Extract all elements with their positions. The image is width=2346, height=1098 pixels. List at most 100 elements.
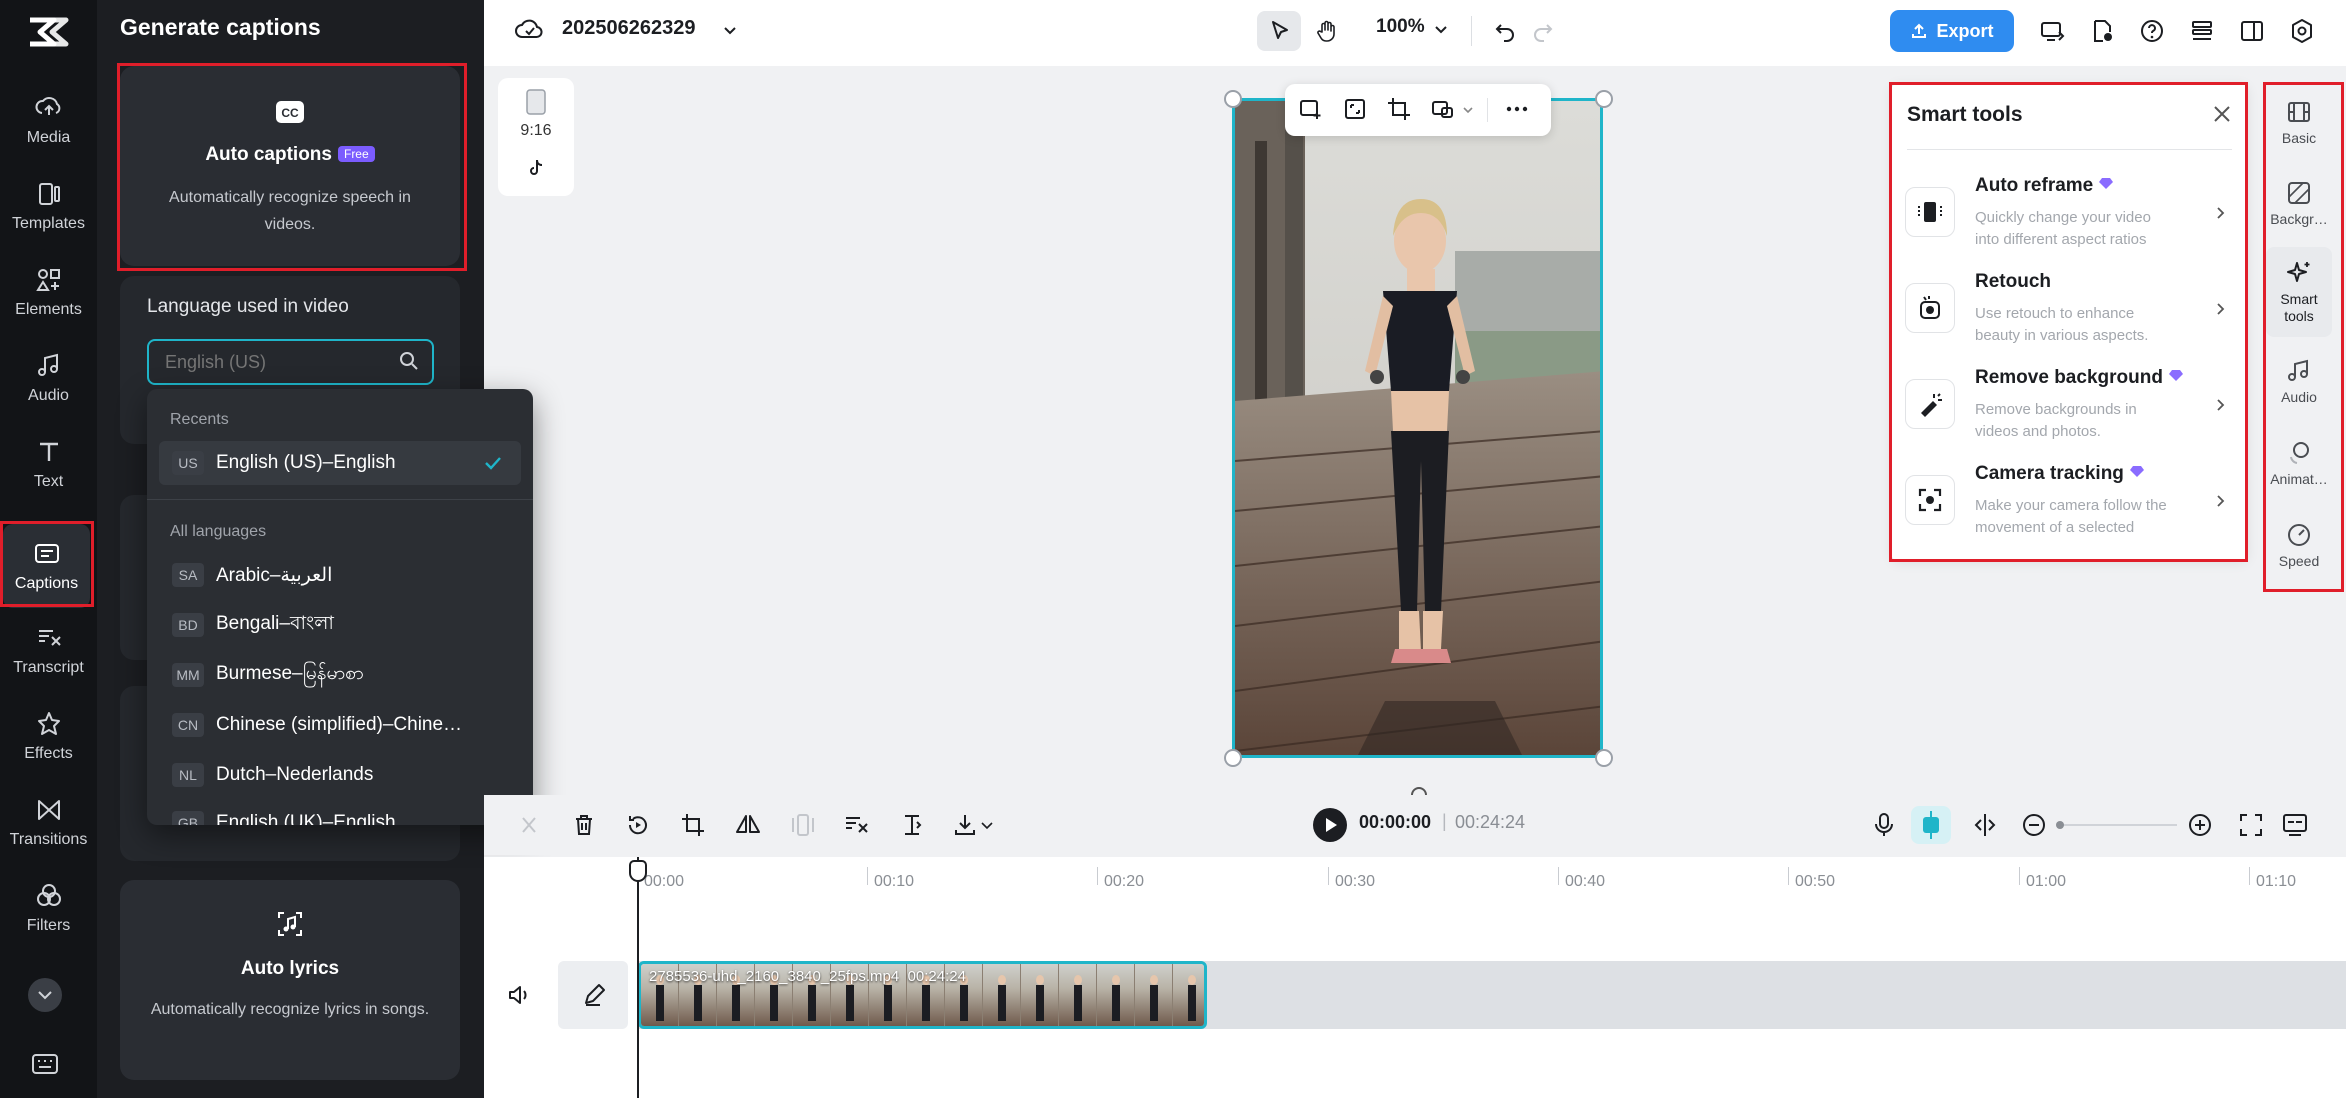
play-button[interactable]: [1313, 808, 1347, 842]
language-option[interactable]: GB English (UK)–English: [159, 801, 521, 825]
hand-tool-button[interactable]: [1310, 14, 1344, 48]
zoom-slider-thumb[interactable]: [2056, 821, 2064, 829]
resize-handle[interactable]: [1224, 90, 1242, 108]
rail-captions[interactable]: Captions: [3, 524, 90, 608]
rail-smart-tools[interactable]: Smart tools: [2266, 247, 2332, 337]
rail-media[interactable]: Media: [4, 80, 93, 160]
undo-button[interactable]: [1488, 14, 1522, 48]
language-search-input[interactable]: [147, 339, 434, 385]
timeline[interactable]: 00:00 00:10 00:20 00:30 00:40 00:50 01:0…: [484, 857, 2346, 1098]
language-option[interactable]: NL Dutch–Nederlands: [159, 753, 521, 797]
rail-basic[interactable]: Basic: [2266, 84, 2332, 160]
freeze-icon[interactable]: [788, 810, 818, 840]
rail-text[interactable]: Text: [4, 424, 93, 504]
tool-name-text: Remove background: [1975, 367, 2163, 388]
chevron-down-icon[interactable]: [1432, 20, 1450, 38]
rail-templates[interactable]: Templates: [4, 166, 93, 246]
rail-speed[interactable]: Speed: [2266, 507, 2332, 583]
fit-icon[interactable]: [1342, 96, 1368, 122]
tool-name: Remove background: [1975, 367, 2183, 389]
search-icon[interactable]: [397, 349, 421, 373]
capcut-logo[interactable]: [22, 12, 74, 52]
magnet-snap-button[interactable]: [1911, 806, 1951, 844]
chevron-down-icon[interactable]: [980, 818, 994, 832]
zoom-level[interactable]: 100%: [1376, 16, 1425, 38]
background-icon: [2288, 181, 2310, 204]
rail-transitions[interactable]: Transitions: [4, 782, 93, 862]
crop-icon[interactable]: [678, 810, 708, 840]
volume-icon[interactable]: [506, 982, 532, 1008]
delete-icon[interactable]: [569, 810, 599, 840]
split-icon[interactable]: [514, 810, 544, 840]
auto-captions-card[interactable]: CC Auto captions Free Automatically recog…: [120, 66, 460, 266]
language-option[interactable]: SA Arabic–العربية: [159, 553, 521, 597]
review-button[interactable]: [2085, 14, 2119, 48]
select-tool-button[interactable]: [1257, 11, 1301, 51]
rail-transcript[interactable]: Transcript: [4, 610, 93, 690]
chevron-down-icon[interactable]: [720, 20, 740, 40]
chevron-right-icon: [2217, 495, 2225, 507]
tool-remove-background[interactable]: Remove background Remove backgrounds in …: [1905, 363, 2234, 459]
zoom-in-icon[interactable]: [2185, 810, 2215, 840]
playhead[interactable]: [637, 857, 639, 1098]
playhead-handle[interactable]: [629, 860, 647, 882]
more-icon[interactable]: [1504, 96, 1530, 122]
keyboard-shortcuts-button[interactable]: [30, 1052, 60, 1076]
download-icon[interactable]: [952, 810, 982, 840]
crop-icon[interactable]: [1386, 96, 1412, 122]
tool-auto-reframe[interactable]: Auto reframe Quickly change your video i…: [1905, 171, 2234, 267]
cover-edit-button[interactable]: [558, 961, 628, 1029]
microphone-icon[interactable]: [1869, 810, 1899, 840]
replay-icon[interactable]: [623, 810, 653, 840]
rail-audio[interactable]: Audio: [2266, 343, 2332, 419]
tool-retouch[interactable]: Retouch Use retouch to enhance beauty in…: [1905, 267, 2234, 363]
video-clip[interactable]: 2785536-uhd_2160_3840_25fps.mp4 00:24:24: [638, 961, 1207, 1029]
project-name[interactable]: 202506262329: [562, 17, 695, 40]
tool-name-text: Camera tracking: [1975, 463, 2124, 484]
rail-animation[interactable]: Animat…: [2266, 425, 2332, 501]
resize-handle[interactable]: [1224, 749, 1242, 767]
export-button[interactable]: Export: [1890, 10, 2014, 52]
text-cursor-icon[interactable]: [897, 810, 927, 840]
rail-filters[interactable]: Filters: [4, 868, 93, 948]
chevron-down-icon[interactable]: [1462, 104, 1474, 116]
language-option[interactable]: CN Chinese (simplified)–Chine…: [159, 703, 521, 747]
transform-icon[interactable]: [1430, 96, 1456, 122]
auto-lyrics-card[interactable]: Auto lyrics Automatically recognize lyri…: [120, 880, 460, 1080]
cloud-sync-icon[interactable]: [514, 16, 544, 42]
aspect-ratio-card[interactable]: 9:16: [498, 78, 574, 196]
redo-button[interactable]: [1526, 14, 1560, 48]
resize-handle[interactable]: [1595, 749, 1613, 767]
zoom-out-icon[interactable]: [2019, 810, 2049, 840]
expand-more-button[interactable]: [28, 978, 62, 1012]
language-option[interactable]: MM Burmese–မြန်မာစာ: [159, 653, 521, 697]
layers-button[interactable]: [2185, 14, 2219, 48]
rail-elements[interactable]: Elements: [4, 252, 93, 332]
settings-button[interactable]: [2285, 14, 2319, 48]
transcript-edit-icon[interactable]: [842, 810, 872, 840]
layout-button[interactable]: [2235, 14, 2269, 48]
fullscreen-icon[interactable]: [2236, 810, 2266, 840]
caption-display-icon[interactable]: [2280, 810, 2310, 840]
zoom-slider[interactable]: [2056, 821, 2177, 829]
rail-audio[interactable]: Audio: [4, 338, 93, 418]
rail-effects[interactable]: Effects: [4, 696, 93, 776]
replace-icon[interactable]: [1298, 96, 1324, 122]
help-button[interactable]: [2135, 14, 2169, 48]
present-button[interactable]: [2035, 14, 2069, 48]
resize-handle[interactable]: [1595, 90, 1613, 108]
close-icon[interactable]: [2211, 103, 2233, 125]
cc-icon: CC: [276, 101, 304, 123]
language-option[interactable]: US English (US)–English: [159, 441, 521, 485]
tool-camera-tracking[interactable]: Camera tracking Make your camera follow …: [1905, 459, 2234, 555]
flip-icon[interactable]: [733, 810, 763, 840]
video-preview[interactable]: [1232, 98, 1603, 758]
chevron-right-icon: [2217, 399, 2225, 411]
language-option[interactable]: BD Bengali–বাংলা: [159, 603, 521, 647]
monitor-icon: [2041, 22, 2065, 41]
tick-label: 00:00: [644, 873, 685, 890]
split-view-icon[interactable]: [1970, 810, 2000, 840]
timeline-toolbar: 00:00:00 | 00:24:24: [484, 795, 2346, 855]
rail-label: Audio: [2281, 388, 2317, 405]
rail-background[interactable]: Backgr…: [2266, 165, 2332, 241]
